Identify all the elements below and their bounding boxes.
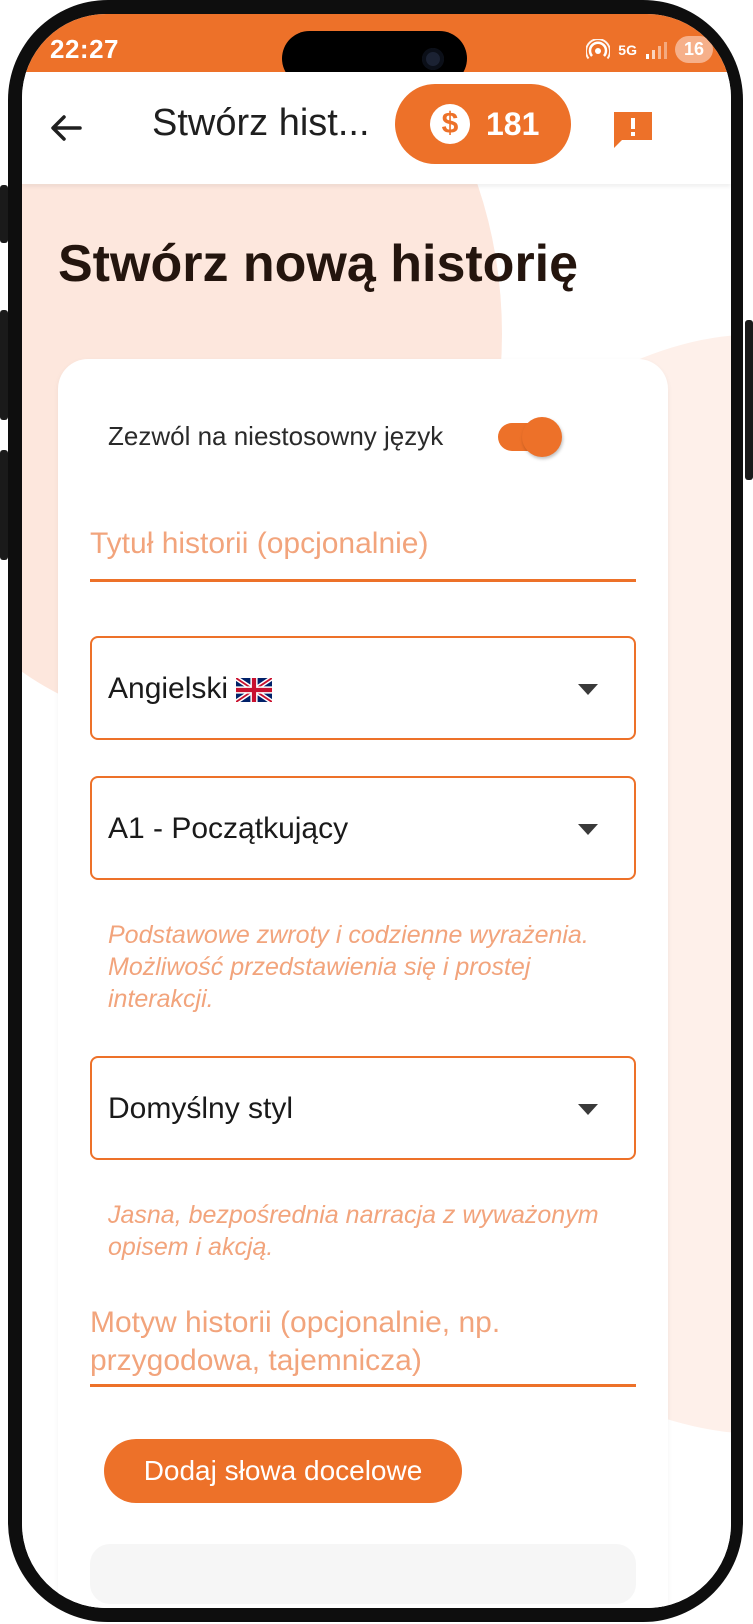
back-arrow-icon[interactable]	[46, 108, 86, 148]
uk-flag-icon	[236, 678, 273, 703]
mute-switch	[0, 185, 8, 243]
battery-indicator: 16	[674, 36, 713, 63]
app-bar-title: Stwórz hist...	[152, 102, 370, 144]
story-theme-placeholder: Motyw historii (opcjonalnie, np. przygod…	[90, 1306, 501, 1377]
app-bar: Stwórz hist... $ 181	[22, 72, 731, 184]
page-title: Stwórz nową historię	[58, 235, 579, 293]
chevron-down-icon	[578, 824, 598, 835]
content-area: Stwórz nową historię Zezwól na niestosow…	[22, 184, 731, 1608]
level-select-value: A1 - Początkujący	[108, 812, 349, 845]
volume-up-button	[0, 310, 8, 420]
style-select[interactable]: Domyślny styl	[90, 1056, 636, 1160]
phone-frame: 22:27 5G 16 Stwórz hist... $ 181 Stwórz …	[0, 0, 753, 1624]
hotspot-icon	[586, 38, 611, 59]
style-description: Jasna, bezpośrednia narracja z wyważonym…	[108, 1201, 599, 1261]
language-value-text: Angielski	[108, 672, 229, 705]
form-card: Zezwól na niestosowny język Tytuł histor…	[58, 359, 668, 1608]
volume-down-button	[0, 450, 8, 560]
style-select-value: Domyślny styl	[108, 1092, 294, 1125]
language-select[interactable]: Angielski	[90, 636, 636, 740]
add-target-words-button[interactable]: Dodaj słowa docelowe	[104, 1439, 462, 1503]
status-time: 22:27	[50, 34, 119, 64]
toggle-label: Zezwól na niestosowny język	[108, 421, 444, 451]
story-theme-field[interactable]: Motyw historii (opcjonalnie, np. przygod…	[90, 1304, 636, 1387]
dollar-coin-icon: $	[430, 104, 470, 144]
level-select[interactable]: A1 - Początkujący	[90, 776, 636, 880]
language-select-value: Angielski	[108, 672, 273, 706]
chevron-down-icon	[578, 684, 598, 695]
coins-badge[interactable]: $ 181	[395, 84, 571, 164]
status-icons: 5G 16	[586, 36, 713, 63]
story-title-field[interactable]: Tytuł historii (opcjonalnie)	[90, 527, 636, 582]
toggle-thumb	[522, 417, 562, 457]
front-camera	[422, 48, 444, 70]
chevron-down-icon	[578, 1104, 598, 1115]
signal-icon	[645, 41, 667, 59]
network-type-icon: 5G	[618, 41, 637, 58]
level-description: Podstawowe zwroty i codzienne wyrażenia.…	[108, 921, 589, 1013]
feedback-report-icon[interactable]	[612, 110, 654, 150]
story-title-placeholder: Tytuł historii (opcjonalnie)	[90, 527, 429, 560]
power-button	[745, 320, 753, 480]
coins-count: 181	[486, 105, 540, 142]
offensive-language-toggle[interactable]	[498, 417, 562, 457]
screen: 22:27 5G 16 Stwórz hist... $ 181 Stwórz …	[22, 14, 731, 1608]
next-section-box	[90, 1544, 636, 1604]
